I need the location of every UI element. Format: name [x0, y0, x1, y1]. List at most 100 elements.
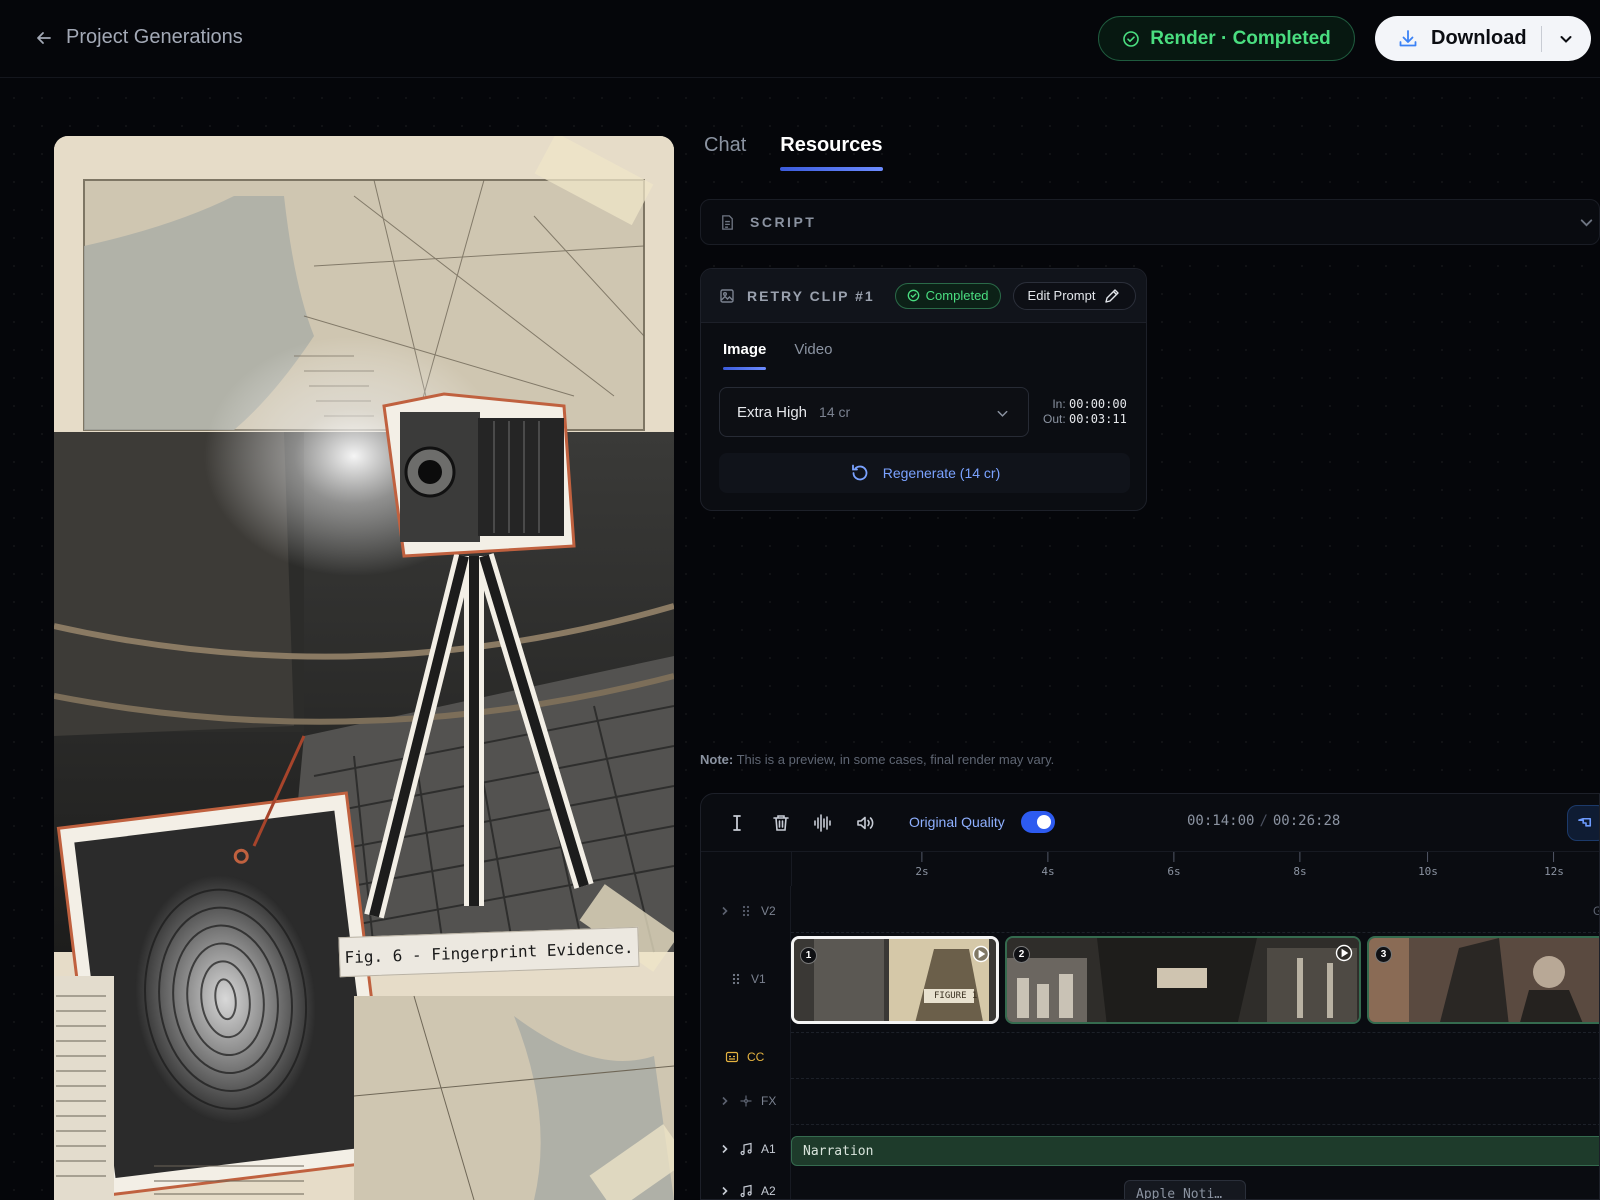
tab-image[interactable]: Image — [723, 341, 767, 370]
image-icon — [720, 288, 734, 303]
track-label-v2[interactable]: V2 — [719, 904, 776, 918]
chevron-right-icon — [722, 1096, 728, 1106]
note-bold: Note: — [700, 752, 734, 767]
play-circle-icon[interactable] — [972, 945, 990, 963]
arrow-left-icon — [37, 31, 51, 44]
tab-chat[interactable]: Chat — [704, 134, 746, 171]
snap-button[interactable] — [1567, 805, 1599, 841]
back-label: Project Generations — [66, 26, 243, 48]
a2-audio-clip[interactable]: Apple Noti… — [1124, 1180, 1246, 1199]
music-note-icon — [740, 1142, 752, 1156]
track-label-fx[interactable]: FX — [719, 1094, 776, 1108]
retry-clip-header: RETRY CLIP #1 Completed Edit Prompt — [701, 269, 1146, 323]
audio-split-tool[interactable] — [811, 812, 833, 834]
waveform-icon — [814, 814, 831, 832]
download-label: Download — [1431, 27, 1527, 49]
ruler-tick-12s: 12s — [1544, 852, 1564, 878]
download-button[interactable]: Download — [1375, 16, 1541, 61]
v2-edge-label: G — [1593, 904, 1599, 918]
check-circle-icon — [1123, 30, 1140, 47]
back-button[interactable]: Project Generations — [34, 26, 243, 49]
preview-note: Note: This is a preview, in some cases, … — [700, 752, 1054, 767]
video-preview[interactable]: Fig. 6 - Fingerprint Evidence. — [54, 136, 674, 1200]
current-time: 00:14:00 — [1187, 813, 1255, 829]
clip-3-thumbnail — [1369, 938, 1599, 1022]
document-icon — [722, 214, 733, 230]
download-options-button[interactable] — [1542, 31, 1590, 47]
edit-prompt-label: Edit Prompt — [1027, 288, 1096, 303]
track-divider — [791, 1124, 1599, 1125]
clip-number: 3 — [1375, 946, 1392, 963]
video-clip-2[interactable]: 2 — [1005, 936, 1361, 1024]
pencil-icon — [1105, 288, 1120, 303]
timeline-ruler[interactable]: 2s 4s 6s 8s 10s 12s — [791, 852, 1599, 886]
clip-1-figure-text: FIGURE 1 — [934, 991, 978, 1001]
original-quality-toggle[interactable] — [1021, 811, 1055, 833]
delete-tool[interactable] — [770, 812, 792, 834]
media-type-tabs: Image Video — [723, 341, 832, 370]
track-a1-name: A1 — [761, 1142, 776, 1156]
in-value: 00:00:00 — [1069, 397, 1127, 411]
quality-value: Extra High — [737, 403, 808, 421]
track-v1-name: V1 — [751, 972, 766, 986]
script-label: SCRIPT — [750, 214, 817, 230]
ruler-tick-10s: 10s — [1418, 852, 1438, 878]
original-quality-label: Original Quality — [909, 814, 1005, 830]
quality-select[interactable]: Extra High 14 cr — [719, 387, 1029, 437]
track-label-v1[interactable]: V1 — [729, 972, 766, 986]
quality-cost: 14 cr — [819, 404, 851, 420]
render-status-label: Render · Completed — [1150, 27, 1331, 49]
video-clip-1[interactable]: FIGURE 1 1 — [791, 936, 999, 1024]
track-label-cc[interactable]: CC — [725, 1050, 764, 1064]
track-label-a1[interactable]: A1 — [719, 1142, 776, 1156]
clip-number: 1 — [800, 947, 817, 964]
tab-resources[interactable]: Resources — [780, 134, 883, 171]
chevron-right-icon — [722, 1144, 728, 1154]
narration-audio-clip[interactable]: Narration — [791, 1136, 1599, 1166]
track-v2-name: V2 — [761, 904, 776, 918]
ruler-tick-8s: 8s — [1293, 852, 1306, 878]
ruler-tick-2s: 2s — [915, 852, 928, 878]
track-cc-name: CC — [747, 1050, 765, 1064]
timeline-toolbar: Original Quality 00:14:00/00:26:28 — [701, 794, 1599, 852]
track-divider — [791, 1032, 1599, 1033]
retry-clip-card: RETRY CLIP #1 Completed Edit Prompt Imag… — [700, 268, 1147, 511]
play-circle-icon[interactable] — [1335, 944, 1353, 962]
edit-prompt-button[interactable]: Edit Prompt — [1012, 281, 1137, 310]
script-section-header[interactable]: SCRIPT — [700, 199, 1600, 245]
retry-clip-title: RETRY CLIP #1 — [747, 287, 875, 304]
download-icon — [1399, 29, 1417, 46]
ruler-tick-6s: 6s — [1167, 852, 1180, 878]
chevron-down-icon — [1560, 35, 1572, 43]
text-cursor-tool[interactable] — [726, 812, 748, 834]
in-label: In: — [1052, 397, 1066, 411]
preview-collage-image — [54, 136, 674, 1200]
download-split-button: Download — [1375, 16, 1591, 61]
drag-handle-icon — [732, 973, 740, 985]
completed-label: Completed — [925, 288, 989, 303]
chevron-right-icon — [722, 906, 728, 916]
render-status-badge[interactable]: Render · Completed — [1098, 16, 1355, 61]
speaker-icon — [857, 816, 874, 830]
tab-video[interactable]: Video — [794, 341, 832, 370]
timecode: 00:14:00/00:26:28 — [1187, 813, 1341, 829]
volume-tool[interactable] — [854, 812, 876, 834]
total-time: 00:26:28 — [1272, 813, 1341, 829]
refresh-icon — [851, 464, 868, 481]
track-divider — [791, 932, 1599, 933]
track-divider — [791, 1078, 1599, 1079]
video-clip-3[interactable]: 3 — [1367, 936, 1599, 1024]
check-circle-icon — [907, 289, 920, 302]
note-text: This is a preview, in some cases, final … — [733, 752, 1055, 767]
clip-number: 2 — [1013, 946, 1030, 963]
in-out-times: In: 00:00:00 Out: 00:03:11 — [1043, 397, 1127, 427]
regenerate-label: Regenerate (14 cr) — [882, 465, 1001, 481]
magnet-icon — [1578, 817, 1592, 827]
track-a2-name: A2 — [761, 1184, 776, 1198]
chevron-right-icon — [722, 1186, 728, 1196]
drag-handle-icon — [742, 905, 750, 917]
track-fx-name: FX — [761, 1094, 777, 1108]
track-label-a2[interactable]: A2 — [719, 1184, 776, 1198]
regenerate-button[interactable]: Regenerate (14 cr) — [719, 453, 1130, 493]
clip-2-thumbnail — [1007, 938, 1359, 1022]
